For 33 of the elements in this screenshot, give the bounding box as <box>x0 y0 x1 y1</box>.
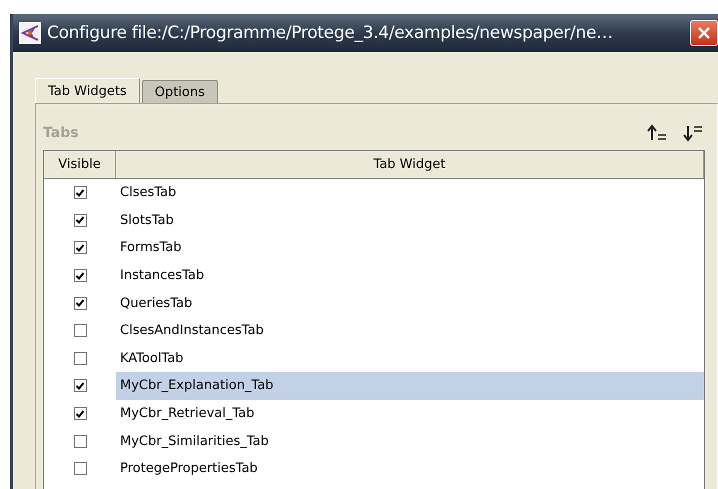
checkbox[interactable] <box>74 407 86 420</box>
move-up-icon[interactable] <box>647 124 667 142</box>
table-cell[interactable]: ClsesTab <box>116 179 704 207</box>
column-header[interactable]: Tab Widget <box>116 151 704 178</box>
close-button[interactable] <box>690 20 718 46</box>
checkbox[interactable] <box>74 352 86 365</box>
tab[interactable]: Options <box>142 80 218 103</box>
checkbox[interactable] <box>74 434 86 448</box>
table-cell[interactable]: QueriesTab <box>116 289 704 317</box>
move-down-icon[interactable] <box>683 124 703 142</box>
table-cell[interactable]: MyCbr_Retrieval_Tab <box>116 400 704 428</box>
table-cell[interactable]: KAToolTab <box>116 344 704 372</box>
column-header[interactable]: Visible <box>44 151 116 178</box>
table-cell[interactable]: SlotsTab <box>116 206 704 234</box>
table-cell[interactable]: ProtegePropertiesTab <box>116 454 704 483</box>
checkbox[interactable] <box>74 379 86 392</box>
app-logo-icon <box>19 22 41 44</box>
checkbox[interactable] <box>74 186 86 200</box>
table-cell[interactable]: InstancesTab <box>116 262 704 290</box>
checkbox[interactable] <box>74 296 86 310</box>
section-title: Tabs <box>43 125 79 141</box>
checkbox[interactable] <box>74 269 86 282</box>
checkbox[interactable] <box>74 214 86 227</box>
table-cell[interactable]: FormsTab <box>116 234 704 262</box>
table-cell[interactable]: MyCbr_Similarities_Tab <box>116 427 704 455</box>
checkbox[interactable] <box>74 324 86 338</box>
table-cell[interactable]: MyCbr_Explanation_Tab <box>116 372 704 400</box>
tab[interactable]: Tab Widgets <box>35 78 140 103</box>
table-cell[interactable]: ClsesAndInstancesTab <box>116 316 704 345</box>
checkbox[interactable] <box>74 241 86 254</box>
checkbox[interactable] <box>74 462 86 476</box>
window-title: Configure file:/C:/Programme/Protege_3.4/examples/newspaper/ne… <box>47 23 614 43</box>
close-icon <box>697 26 711 40</box>
